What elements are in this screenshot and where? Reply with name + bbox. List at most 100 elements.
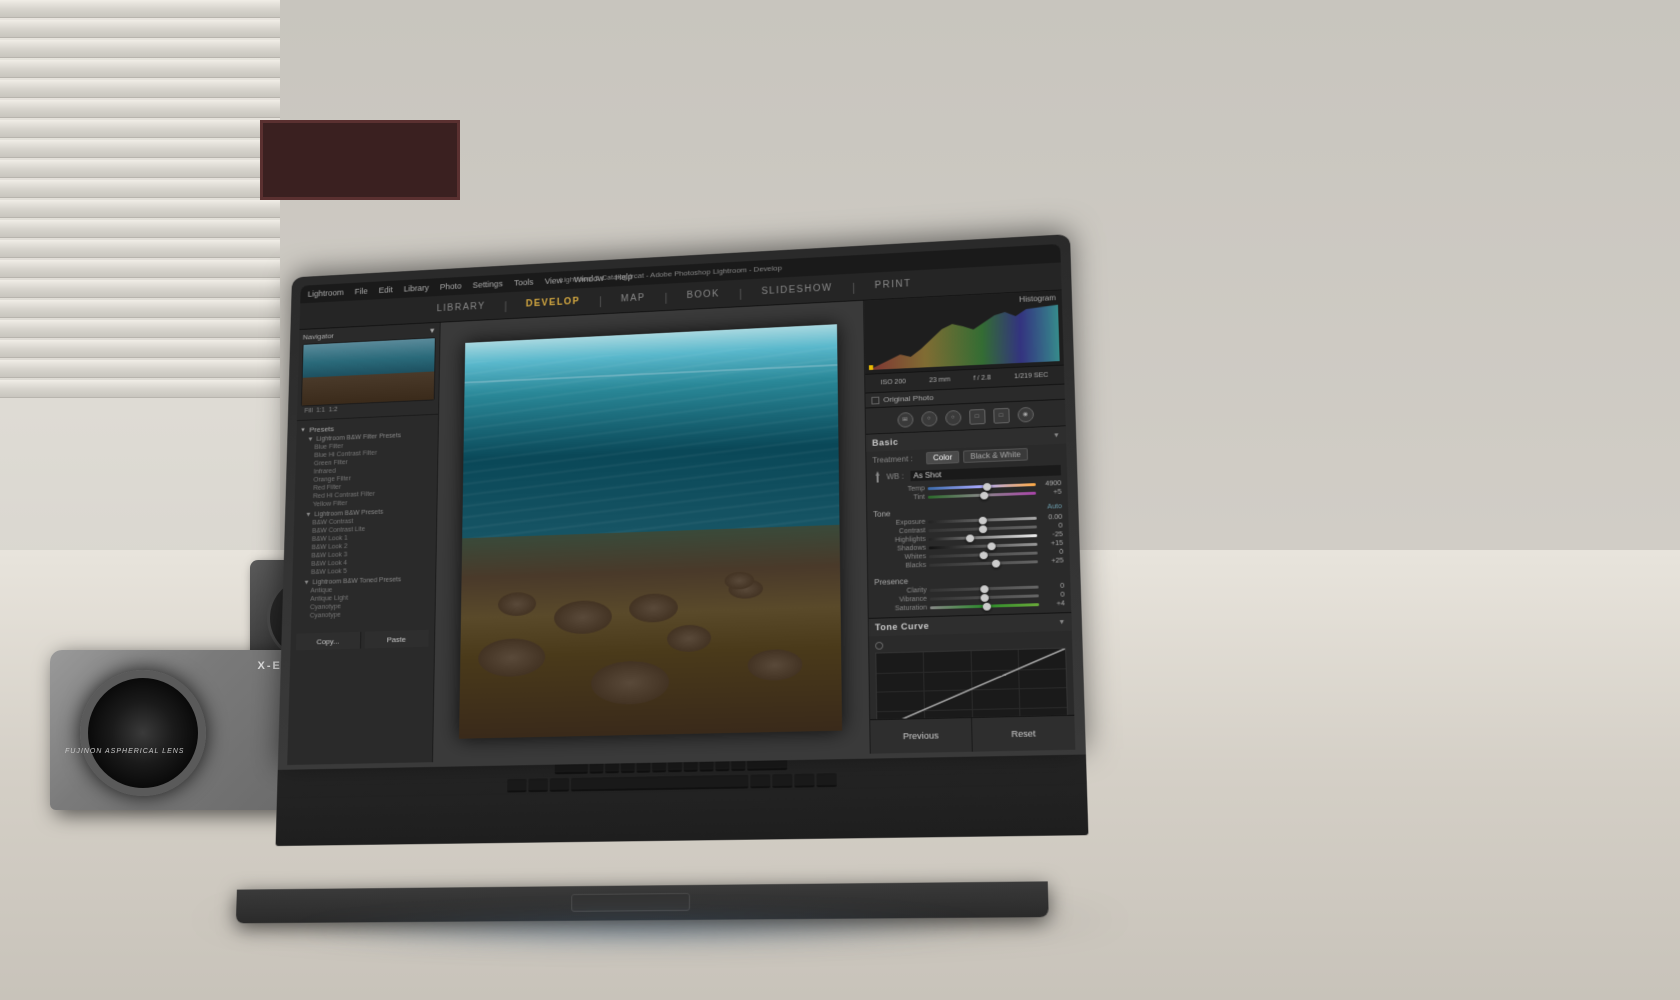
menu-photo[interactable]: Photo [440,281,462,291]
group-arrow: ▼ [307,436,313,443]
curve-point-indicator [875,642,883,650]
center-preview [433,301,870,762]
menu-tools[interactable]: Tools [514,277,534,287]
zoom-1-2[interactable]: 1:2 [329,407,338,414]
contrast-value: 0 [1040,523,1063,531]
original-photo-label: Original Photo [883,393,933,404]
tool-brush[interactable]: □ [993,407,1009,423]
module-develop[interactable]: DEVELOP [526,296,581,309]
menu-library[interactable]: Library [404,283,429,293]
menu-edit[interactable]: Edit [379,285,393,295]
previous-button[interactable]: Previous [870,718,973,754]
wb-label: WB : [886,471,906,480]
photo-preview [459,324,843,739]
auto-button[interactable]: Auto [1047,503,1062,512]
saturation-label: Saturation [875,605,927,613]
temp-label: Temp [873,485,925,494]
presets-arrow: ▼ [300,427,306,433]
reset-button[interactable]: Reset [972,716,1075,752]
blacks-value: +25 [1041,558,1064,566]
module-map[interactable]: MAP [621,293,646,304]
highlights-track[interactable] [929,534,1038,541]
develop-panels: Basic ▼ Treatment : Color Black & White [866,426,1074,719]
tool-settings[interactable]: ◉ [1017,406,1034,422]
whites-value: 0 [1041,549,1064,557]
menu-file[interactable]: File [355,287,368,297]
shadows-track[interactable] [929,543,1038,550]
preset-group-bnw: ▼ Lightroom B&W Presets B&W Contrast B&W… [296,506,433,577]
laptop: Lightroom File Edit Library Photo Settin… [236,232,1134,923]
right-panel: Histogram [863,290,1075,753]
photo-rocks [459,524,843,739]
laptop-lid: Lightroom File Edit Library Photo Settin… [278,234,1086,770]
module-sep-1: | [504,299,507,312]
module-print[interactable]: PRINT [875,279,912,291]
preset-group-toned: ▼ Lightroom B&W Toned Presets Antique An… [295,575,432,621]
tool-redeye[interactable]: ○ [945,409,961,425]
color-button[interactable]: Color [926,451,959,465]
contrast-track[interactable] [929,525,1037,532]
module-library[interactable]: LIBRARY [437,301,486,313]
presets-panel: ▼ Presets ▼ Lightroom B&W Filter Presets… [291,415,438,627]
focal-info: 23 mm [929,377,950,385]
exposure-track[interactable] [928,517,1036,524]
module-book[interactable]: BOOK [687,289,720,301]
aperture-info: f / 2.8 [973,375,991,382]
presence-sliders: Presence Clarity 0 [868,569,1071,618]
menu-settings[interactable]: Settings [473,279,503,290]
basic-section-arrow: ▼ [1053,432,1060,439]
zoom-1-1[interactable]: 1:1 [316,407,325,414]
module-sep-5: | [852,280,855,293]
menu-lightroom[interactable]: Lightroom [308,288,344,299]
zoom-fill[interactable]: Fill [304,408,312,415]
shadows-label: Shadows [874,545,926,553]
vibrance-label: Vibrance [874,596,926,604]
temp-value: 4900 [1039,480,1062,488]
module-slideshow[interactable]: SLIDESHOW [761,283,832,297]
highlights-label: Highlights [874,536,926,545]
whites-track[interactable] [929,552,1038,559]
tint-value: +5 [1039,489,1062,497]
lightroom-ui[interactable]: Lightroom File Edit Library Photo Settin… [287,244,1075,765]
shutter-info: 1/219 SEC [1014,372,1048,380]
navigator-arrow: ▼ [429,326,436,334]
bw-button[interactable]: Black & White [963,448,1028,463]
exposure-label: Exposure [873,519,925,528]
tone-curve-title: Tone Curve [875,621,929,632]
blacks-track[interactable] [929,560,1038,566]
saturation-track[interactable] [930,603,1039,609]
module-sep-4: | [739,286,742,299]
tool-gradient[interactable]: □ [969,408,985,424]
tone-curve-graph[interactable] [875,648,1068,720]
tone-sliders: Tone Auto Exposure 0. [867,500,1070,575]
tint-track[interactable] [928,492,1036,499]
preset-group-bnw-filter: ▼ Lightroom B&W Filter Presets Blue Filt… [298,430,434,509]
navigator-panel: Navigator ▼ Fill 1:1 1 [297,323,440,421]
histogram: Histogram [864,290,1064,374]
tint-label: Tint [873,494,925,503]
clarity-track[interactable] [930,586,1039,592]
presence-text: Presence [874,577,908,587]
trackpad[interactable] [571,893,690,912]
tone-curve-panel [869,631,1074,720]
tool-spot[interactable]: ○ [921,411,937,427]
background-scene: FUJINON ASPHERICAL LENS X-E1 [0,0,1680,1000]
whites-label: Whites [874,553,926,561]
left-panel: Navigator ▼ Fill 1:1 1 [287,323,440,765]
vibrance-track[interactable] [930,594,1039,600]
module-sep-2: | [599,294,602,307]
basic-section: Basic ▼ Treatment : Color Black & White [866,426,1071,619]
shadows-value: +15 [1040,540,1063,548]
original-photo-checkbox[interactable] [871,396,879,404]
eyedropper-tool[interactable] [873,471,883,483]
saturation-value: +4 [1042,600,1065,608]
temp-track[interactable] [928,483,1036,490]
paste-button[interactable]: Paste [364,630,429,649]
tool-crop[interactable]: ⊞ [897,412,913,428]
blacks-label: Blacks [874,562,926,570]
module-sep-3: | [665,290,668,303]
thumb-rocks [302,372,434,406]
iso-info: ISO 200 [881,379,907,387]
copy-button[interactable]: Copy... [296,632,361,651]
bottom-buttons: Previous Reset [870,715,1075,754]
